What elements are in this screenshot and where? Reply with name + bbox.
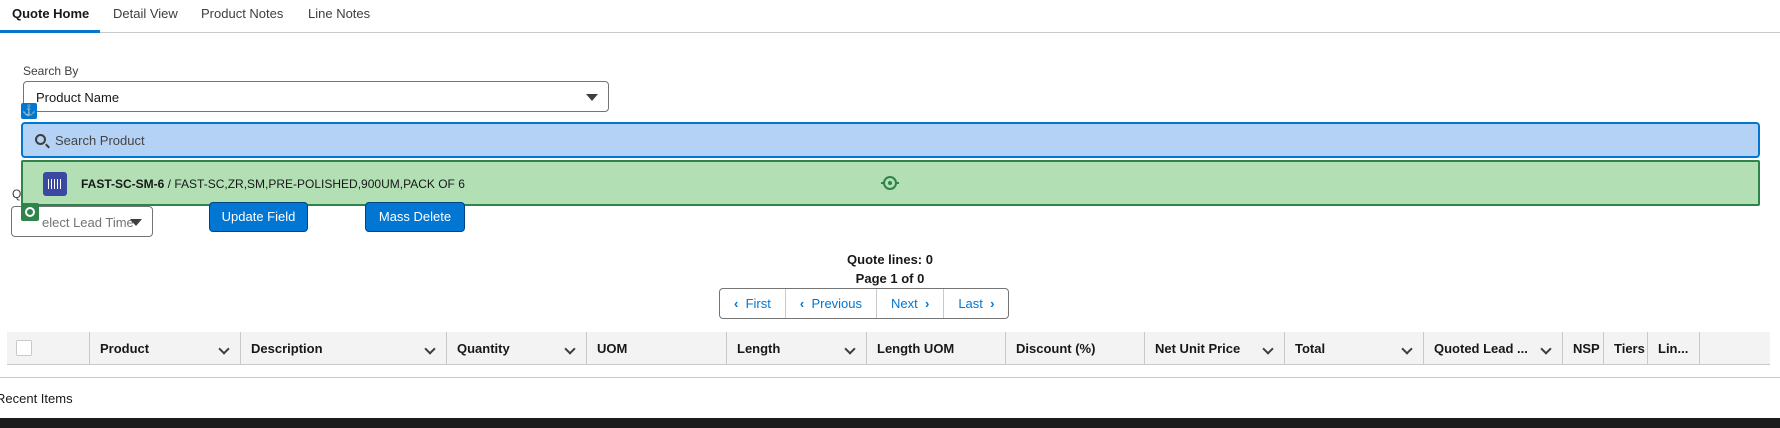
bottom-bar <box>0 418 1780 428</box>
chevron-down-icon[interactable] <box>218 343 230 355</box>
result-description: FAST-SC,ZR,SM,PRE-POLISHED,900UM,PACK OF… <box>174 177 465 191</box>
chevron-down-icon[interactable] <box>424 343 436 355</box>
result-product-code: FAST-SC-SM-6 <box>81 177 165 191</box>
column-header-line[interactable]: Lin... <box>1647 332 1699 365</box>
chevron-right-icon: › <box>924 296 930 311</box>
search-product-input[interactable]: Search Product <box>21 122 1760 158</box>
chevron-down-icon <box>586 94 598 101</box>
column-header-quantity[interactable]: Quantity <box>446 332 586 365</box>
first-label: First <box>745 296 771 311</box>
quote-lines-table-header: Product Description Quantity UOM Length … <box>7 332 1770 365</box>
chevron-down-icon[interactable] <box>1262 343 1274 355</box>
search-icon <box>35 134 46 145</box>
chevron-down-icon[interactable] <box>1540 343 1552 355</box>
recent-items-label: Recent Items <box>0 391 73 406</box>
chevron-left-icon: ‹ <box>799 296 805 311</box>
lead-time-placeholder: elect Lead Time <box>42 215 134 230</box>
column-header-product[interactable]: Product <box>89 332 240 365</box>
chevron-down-icon[interactable] <box>1401 343 1413 355</box>
lead-time-label: Q <box>12 187 22 201</box>
column-label: Discount (%) <box>1016 341 1096 356</box>
tab-line-notes[interactable]: Line Notes <box>308 6 370 21</box>
column-header-description[interactable]: Description <box>240 332 446 365</box>
column-header-discount[interactable]: Discount (%) <box>1005 332 1144 365</box>
column-label: UOM <box>597 341 628 356</box>
chevron-left-icon: ‹ <box>734 296 739 311</box>
next-label: Next <box>891 296 918 311</box>
last-label: Last <box>958 296 983 311</box>
select-all-checkbox[interactable] <box>16 340 32 356</box>
tab-product-notes[interactable]: Product Notes <box>201 6 283 21</box>
chevron-down-icon <box>130 219 142 226</box>
chevron-down-icon[interactable] <box>844 343 856 355</box>
result-separator: / <box>164 177 175 191</box>
column-header-nsp[interactable]: NSP <box>1562 332 1603 365</box>
mass-delete-button[interactable]: Mass Delete <box>365 202 465 232</box>
search-result-item[interactable]: FAST-SC-SM-6 / FAST-SC,ZR,SM,PRE-POLISHE… <box>21 160 1760 206</box>
active-tab-indicator <box>0 30 100 33</box>
column-header-total[interactable]: Total <box>1284 332 1423 365</box>
update-field-button[interactable]: Update Field <box>209 202 308 232</box>
select-all-column <box>7 332 89 365</box>
divider <box>0 377 1780 378</box>
column-label: Lin... <box>1658 341 1689 356</box>
target-icon <box>881 176 899 190</box>
target-icon <box>21 203 39 221</box>
column-label: Description <box>251 341 323 356</box>
quote-lines-count: Quote lines: 0 <box>847 252 933 267</box>
first-page-button[interactable]: ‹ First <box>720 289 786 318</box>
search-product-placeholder: Search Product <box>55 133 145 148</box>
search-by-select[interactable]: Product Name <box>23 81 609 112</box>
column-label: Total <box>1295 341 1326 356</box>
column-label: Quantity <box>457 341 510 356</box>
column-header-length-uom[interactable]: Length UOM <box>866 332 1005 365</box>
column-header-uom[interactable]: UOM <box>586 332 726 365</box>
next-page-button[interactable]: Next › <box>877 289 945 318</box>
column-label: Tiers <box>1614 341 1645 356</box>
column-header-tiers[interactable]: Tiers <box>1603 332 1647 365</box>
column-header-length[interactable]: Length <box>726 332 866 365</box>
column-header-quoted-lead-time[interactable]: Quoted Lead ... <box>1423 332 1562 365</box>
anchor-icon: ⚓ <box>21 103 37 119</box>
column-label: Net Unit Price <box>1155 341 1241 356</box>
tab-detail-view[interactable]: Detail View <box>113 6 178 21</box>
tab-bar: Quote Home Detail View Product Notes Lin… <box>0 0 1780 33</box>
column-label: NSP <box>1573 341 1600 356</box>
previous-label: Previous <box>811 296 863 311</box>
page-info: Page 1 of 0 <box>855 271 925 286</box>
last-page-button[interactable]: Last › <box>944 289 1008 318</box>
column-label: Length <box>737 341 781 356</box>
pagination: ‹ First ‹ Previous Next › Last › <box>719 288 1010 319</box>
column-header-net-unit-price[interactable]: Net Unit Price <box>1144 332 1284 365</box>
search-result-label: FAST-SC-SM-6 / FAST-SC,ZR,SM,PRE-POLISHE… <box>81 177 465 191</box>
chevron-down-icon[interactable] <box>564 343 576 355</box>
column-label: Length UOM <box>877 341 955 356</box>
column-label: Quoted Lead ... <box>1434 341 1528 356</box>
column-header-empty <box>1699 332 1770 365</box>
barcode-icon <box>43 172 67 196</box>
search-by-label: Search By <box>23 64 79 78</box>
chevron-right-icon: › <box>990 296 995 311</box>
previous-page-button[interactable]: ‹ Previous <box>786 289 878 318</box>
search-by-value: Product Name <box>36 90 120 105</box>
tab-quote-home[interactable]: Quote Home <box>12 6 89 21</box>
column-label: Product <box>100 341 150 356</box>
